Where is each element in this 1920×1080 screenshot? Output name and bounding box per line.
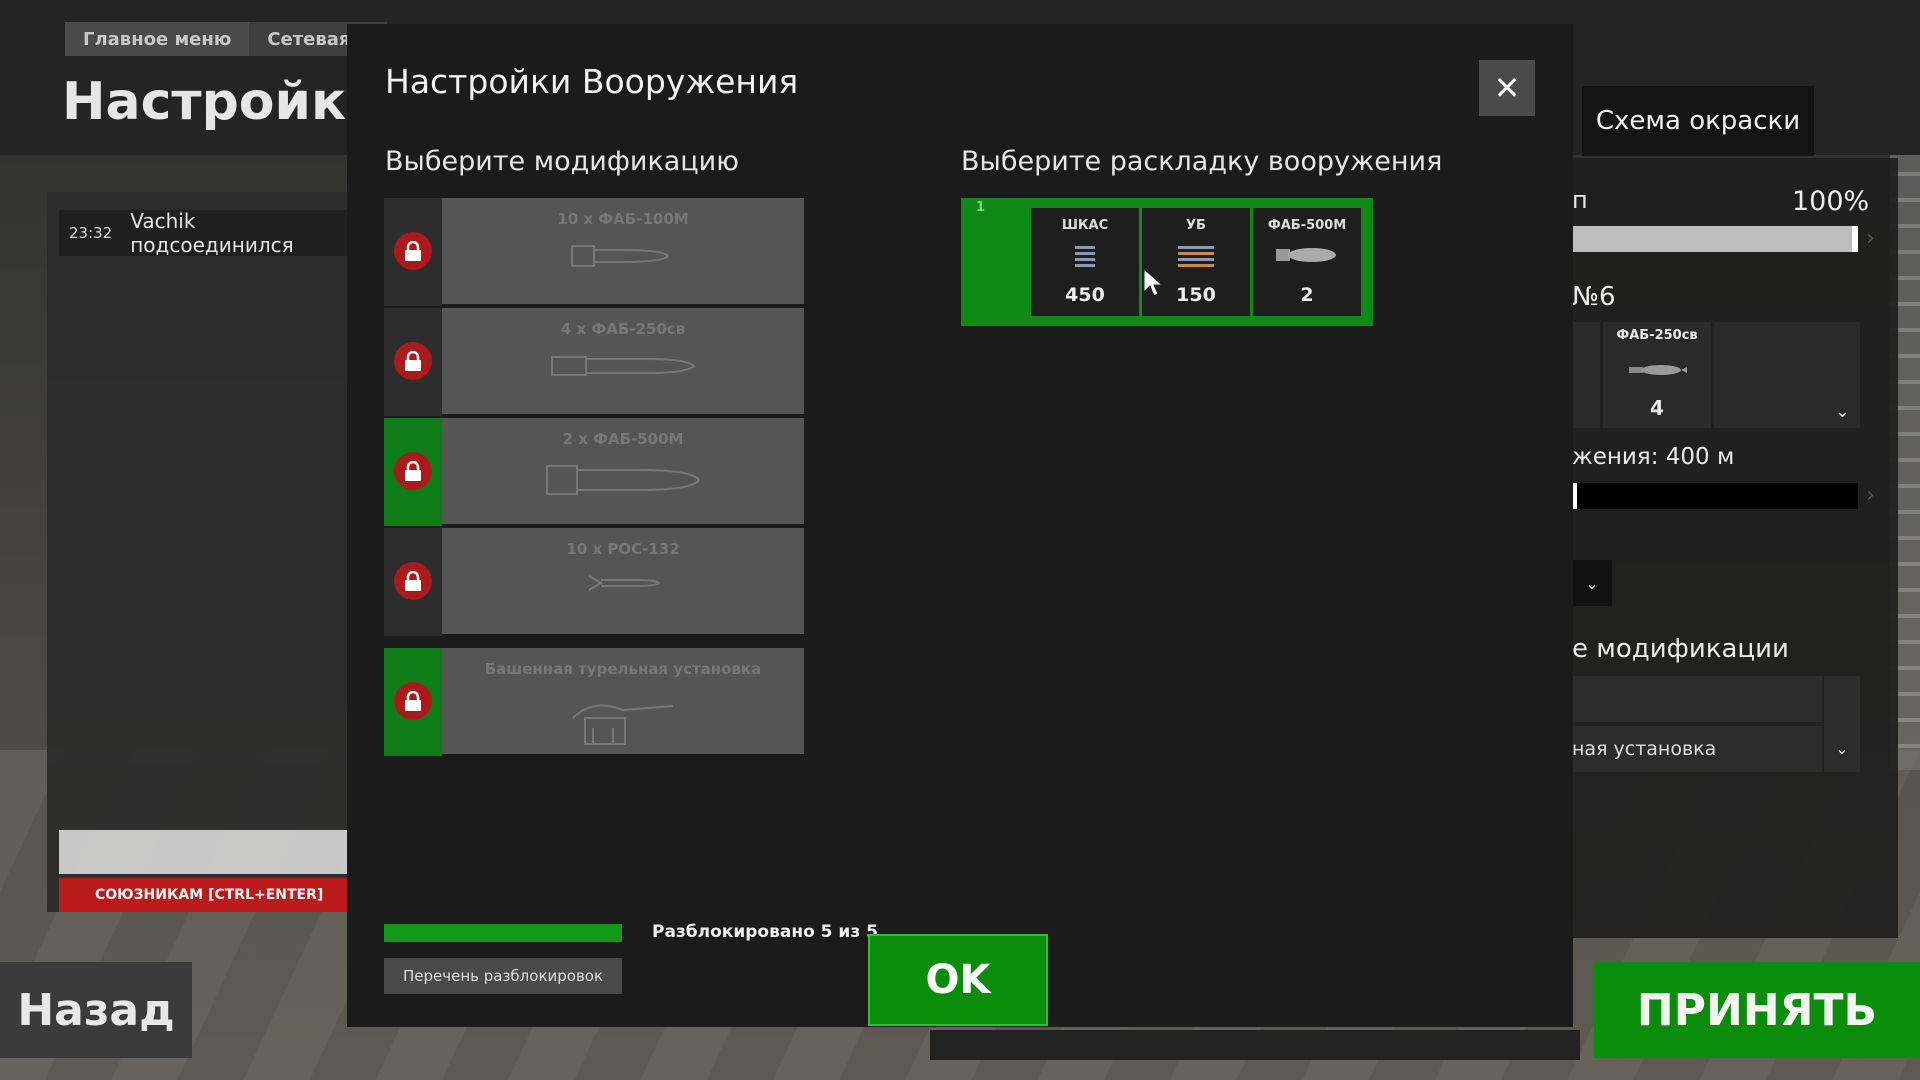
right-cell-empty[interactable]	[1572, 322, 1600, 428]
loadout-index: 1	[976, 200, 986, 215]
modification-card: 4 x ФАБ-250св	[442, 308, 804, 414]
bomb-icon	[442, 458, 804, 502]
chat-mode-button[interactable]: СОЮЗНИКАМ [CTRL+ENTER]	[59, 878, 349, 912]
slot-title: ФАБ-500М	[1267, 218, 1347, 233]
modification-status	[384, 198, 442, 306]
right-mod-value-text: ная установка	[1572, 738, 1717, 760]
loadout-slot: ШКАС 450	[1031, 208, 1139, 316]
chevron-right-icon[interactable]: ›	[1866, 483, 1875, 508]
modifications-title: Выберите модификацию	[385, 146, 739, 177]
lock-icon	[394, 682, 432, 720]
slot-count: 2	[1300, 284, 1314, 306]
chat-time: 23:32	[69, 224, 113, 242]
right-slider-1[interactable]	[1572, 226, 1858, 252]
right-cell-fab250[interactable]: ФАБ-250св 4	[1603, 322, 1711, 428]
modification-status	[384, 308, 442, 416]
modification-name: Башенная турельная установка	[484, 660, 762, 678]
right-cell-dropdown[interactable]: ⌄	[1714, 322, 1860, 428]
right-dropdown[interactable]: ⌄	[1572, 560, 1612, 606]
bottom-strip	[930, 1030, 1580, 1060]
chat-message: 23:32 Vachik подсоединился	[59, 209, 349, 257]
slot-title: УБ	[1186, 218, 1206, 233]
modification-item[interactable]: 10 x РОС-132	[384, 528, 804, 636]
chevron-down-icon: ⌄	[1834, 401, 1850, 422]
lock-icon	[394, 452, 432, 490]
chevron-right-icon[interactable]: ›	[1866, 226, 1875, 251]
right-mod-value[interactable]: ная установка	[1572, 726, 1822, 772]
loadout-card[interactable]: 1 ШКАС 450 УБ 150 ФАБ-500М 2	[961, 198, 1373, 326]
slot-count: 450	[1065, 284, 1105, 306]
modification-status	[384, 648, 442, 756]
right-mods-label: е модификации	[1572, 634, 1789, 664]
chat-text: Vachik подсоединился	[130, 209, 294, 257]
close-button[interactable]: ✕	[1479, 60, 1535, 116]
slider-thumb[interactable]	[1852, 226, 1858, 252]
breadcrumb-main-menu[interactable]: Главное меню	[65, 22, 250, 56]
lock-icon	[394, 342, 432, 380]
accept-button[interactable]: ПРИНЯТЬ	[1594, 962, 1920, 1058]
loadout-title: Выберите раскладку вооружения	[961, 146, 1443, 177]
unlock-progress-text: Разблокировано 5 из 5	[652, 922, 878, 942]
right-mod-box[interactable]	[1572, 676, 1822, 722]
modification-card: 2 x ФАБ-500М	[442, 418, 804, 524]
loadout-slot: ФАБ-500М 2	[1253, 208, 1361, 316]
modification-item[interactable]: 10 x ФАБ-100М	[384, 198, 804, 306]
breadcrumb: Главное меню Сетевая и	[65, 22, 388, 56]
modification-item[interactable]: Башенная турельная установка	[384, 648, 804, 756]
right-slider-2[interactable]	[1572, 483, 1858, 509]
modification-name: 4 x ФАБ-250св	[560, 320, 686, 338]
right-cell-title: ФАБ-250св	[1616, 328, 1698, 343]
turret-icon	[442, 688, 804, 748]
chevron-down-icon: ⌄	[1585, 573, 1599, 593]
rocket-icon	[442, 568, 804, 598]
slot-title: ШКАС	[1061, 218, 1109, 233]
bomb-icon	[1603, 362, 1711, 378]
modification-status	[384, 418, 442, 526]
close-icon: ✕	[1493, 69, 1521, 107]
modification-name: 10 x ФАБ-100М	[557, 210, 689, 228]
modification-status	[384, 528, 442, 636]
modification-card: 10 x ФАБ-100М	[442, 198, 804, 304]
right-distance-label: жения: 400 м	[1572, 444, 1735, 470]
modification-card: 10 x РОС-132	[442, 528, 804, 634]
bomb-icon	[442, 238, 804, 274]
right-label-2: №6	[1572, 282, 1616, 312]
weapons-settings-modal: Настройки Вооружения ✕ Выберите модифика…	[347, 24, 1573, 1027]
modification-name: 10 x РОС-132	[566, 540, 680, 558]
bomb-icon	[1253, 244, 1361, 266]
back-button[interactable]: Назад	[0, 962, 192, 1058]
lock-icon	[394, 562, 432, 600]
ok-button[interactable]: OK	[868, 934, 1048, 1026]
right-label-1: п	[1572, 186, 1588, 214]
right-percent: 100%	[1792, 186, 1870, 217]
tab-paint-scheme[interactable]: Схема окраски	[1582, 86, 1814, 156]
right-cell-count: 4	[1650, 396, 1664, 420]
chat-input[interactable]	[59, 830, 349, 874]
modification-card: Башенная турельная установка	[442, 648, 804, 754]
ammo-belt-icon	[1031, 244, 1139, 270]
unlock-progress-fill	[384, 924, 622, 942]
bomb-icon	[442, 348, 804, 384]
right-settings-panel	[1572, 158, 1898, 938]
unlock-progress-bar	[384, 924, 622, 942]
unlock-list-button[interactable]: Перечень разблокировок	[384, 958, 622, 994]
modification-item[interactable]: 4 x ФАБ-250св	[384, 308, 804, 416]
modification-item[interactable]: 2 x ФАБ-500М	[384, 418, 804, 526]
right-mod-dropdown[interactable]: ⌄	[1824, 676, 1860, 772]
mouse-cursor-icon	[1143, 267, 1164, 302]
lock-icon	[394, 232, 432, 270]
chevron-down-icon: ⌄	[1835, 739, 1849, 758]
chat-panel: 23:32 Vachik подсоединился СОЮЗНИКАМ [CT…	[47, 192, 349, 912]
modification-name: 2 x ФАБ-500М	[562, 430, 684, 448]
modal-title: Настройки Вооружения	[385, 62, 799, 101]
